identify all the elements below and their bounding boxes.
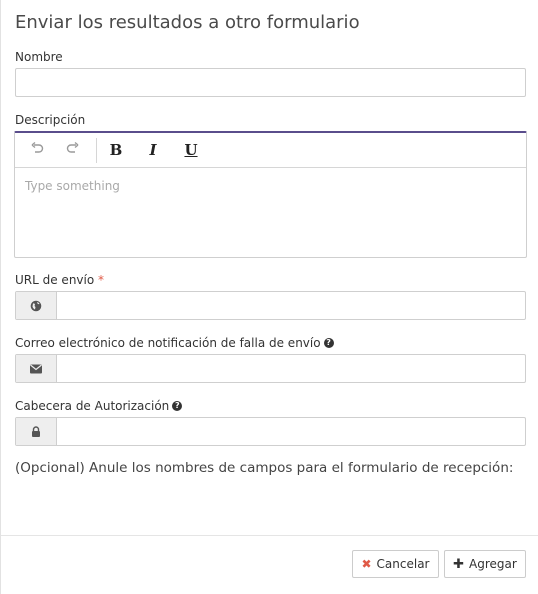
optional-note: (Opcional) Anule los nombres de campos p… <box>15 460 514 476</box>
dialog: Enviar los resultados a otro formulario … <box>0 0 538 594</box>
auth-input-group <box>15 417 526 446</box>
bold-button[interactable]: B <box>107 141 125 159</box>
add-button[interactable]: ✚ Agregar <box>444 550 526 578</box>
help-icon[interactable]: ? <box>323 337 334 348</box>
cancel-button[interactable]: ✖ Cancelar <box>352 550 439 578</box>
globe-icon <box>16 292 57 319</box>
editor-placeholder: Type something <box>25 179 120 193</box>
url-input-group <box>15 291 526 320</box>
dialog-title: Enviar los resultados a otro formulario <box>15 12 360 33</box>
auth-input[interactable] <box>57 418 525 445</box>
nombre-input[interactable] <box>15 68 526 97</box>
plus-icon: ✚ <box>453 556 465 572</box>
url-label-text: URL de envío <box>15 273 95 287</box>
add-label: Agregar <box>469 557 517 571</box>
close-icon: ✖ <box>361 557 372 571</box>
nombre-label: Nombre <box>15 50 63 64</box>
footer-divider <box>1 535 538 536</box>
url-input[interactable] <box>57 292 525 319</box>
required-mark: * <box>98 273 105 287</box>
descripcion-editor[interactable]: B I U Type something <box>14 131 527 258</box>
help-icon[interactable]: ? <box>172 400 183 411</box>
toolbar-divider <box>96 138 97 163</box>
email-input-group <box>15 354 526 383</box>
editor-toolbar: B I U <box>15 133 526 168</box>
email-input[interactable] <box>57 355 525 382</box>
auth-label: Cabecera de Autorización? <box>15 399 183 413</box>
lock-icon <box>16 418 57 445</box>
cancel-label: Cancelar <box>376 557 430 571</box>
italic-button[interactable]: I <box>144 141 162 159</box>
email-label-text: Correo electrónico de notificación de fa… <box>15 336 321 350</box>
email-label: Correo electrónico de notificación de fa… <box>15 336 334 350</box>
descripcion-label: Descripción <box>15 113 86 127</box>
auth-label-text: Cabecera de Autorización <box>15 399 170 413</box>
envelope-icon <box>16 355 57 382</box>
url-label: URL de envío * <box>15 273 104 287</box>
redo-icon[interactable] <box>64 141 82 159</box>
underline-button[interactable]: U <box>182 141 200 159</box>
undo-icon[interactable] <box>28 141 46 159</box>
